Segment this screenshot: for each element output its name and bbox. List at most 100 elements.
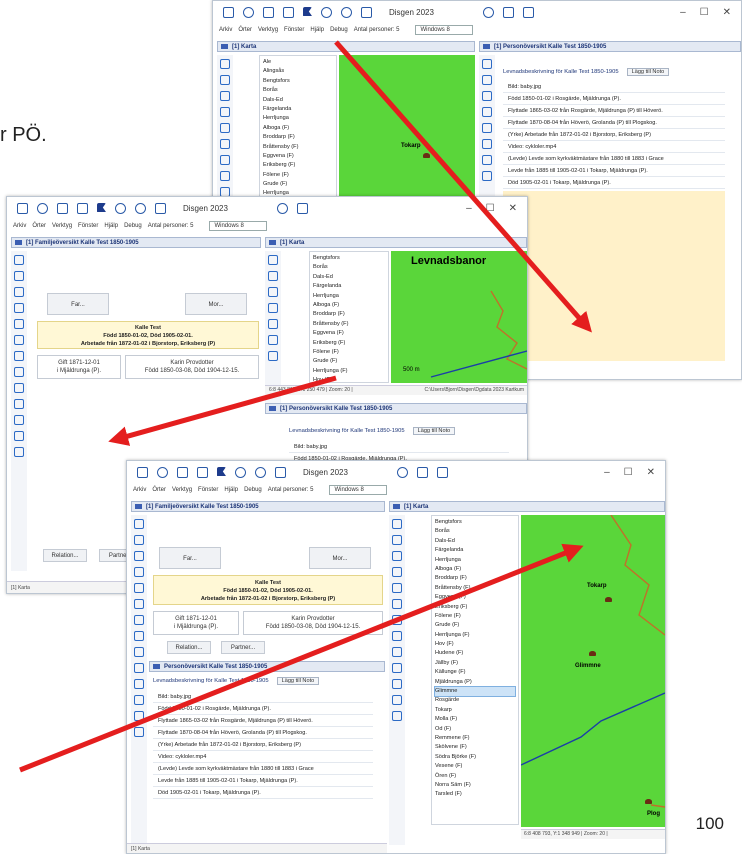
book-icon[interactable] [392,647,402,657]
filter-icon[interactable] [37,202,48,214]
lev-row[interactable]: Video: cykloler.mp4 [503,141,725,153]
add-note-dropdown[interactable]: Lägg till Noto [412,427,456,435]
tree-item[interactable]: Tarsled (F) [435,790,515,799]
settings-icon[interactable] [482,107,492,117]
menu-arkiv[interactable]: Arkiv [219,27,232,33]
home-icon[interactable] [137,466,148,478]
relation-button[interactable]: Relation... [167,641,211,654]
tree-item[interactable]: Borås [313,263,385,272]
map-icon[interactable] [502,6,514,18]
globe-icon[interactable] [482,123,492,133]
menu-arkiv[interactable]: Arkiv [13,223,26,229]
print-icon[interactable] [57,202,68,214]
map-view[interactable]: Levnadsbanor 500 m [391,251,527,383]
tree-item[interactable]: Od (F) [435,725,515,734]
tree-item[interactable]: Glimmne [434,685,516,698]
search-icon[interactable] [220,91,230,101]
globe-icon[interactable] [220,123,230,133]
flag-icon[interactable] [97,203,106,212]
globe-icon[interactable] [14,319,24,329]
menu-debug[interactable]: Debug [330,27,348,33]
bell-icon[interactable] [135,202,146,214]
maximize-button[interactable]: ☐ [624,467,633,478]
home-icon[interactable] [17,202,28,214]
play-icon[interactable] [392,615,402,625]
tree-item[interactable]: Bråttensby (F) [263,143,333,152]
search-icon[interactable] [482,91,492,101]
add-note-dropdown[interactable]: Lägg till Noto [626,68,670,76]
chart-icon[interactable] [436,466,448,478]
bell-icon[interactable] [341,6,352,18]
tree-item[interactable]: Skölvene (F) [435,743,515,752]
lev-row[interactable]: Död 1905-02-01 i Tokarp, Mjäldrunga (P). [503,177,725,189]
tree-item[interactable]: Färgelanda [313,282,385,291]
mother-button[interactable]: Mor... [185,293,247,315]
tree-item[interactable]: Borås [263,86,333,95]
lev-row[interactable]: Bild: baby.jpg [503,81,725,93]
lev-row[interactable]: Bild: baby.jpg [153,691,373,703]
maximize-button[interactable]: ☐ [486,203,495,214]
globe-icon[interactable] [134,711,144,721]
list-icon[interactable] [482,139,492,149]
tree-item[interactable]: Vesene (F) [435,762,515,771]
map-icon[interactable] [296,202,308,214]
lev-row[interactable]: Flyttade 1870-08-04 från Höverö, Groland… [153,727,373,739]
lev-row[interactable]: Bild: baby.jpg [289,441,509,453]
tree-item[interactable]: Herrljunga (F) [435,631,515,640]
maximize-button[interactable]: ☐ [700,7,709,18]
list-icon[interactable] [134,727,144,737]
relation-button[interactable]: Relation... [43,549,87,562]
menu-hjalp[interactable]: Hjälp [104,223,118,229]
place-marker[interactable] [605,597,612,602]
person-icon[interactable] [14,271,24,281]
person-icon[interactable] [134,535,144,545]
windows-combo[interactable]: Windows 8 [329,484,388,495]
tree-item[interactable]: Bråttensby (F) [313,320,385,329]
list-icon[interactable] [268,319,278,329]
tag-icon[interactable] [392,679,402,689]
lev-row[interactable]: (Yrke) Arbetade från 1872-01-02 i Bjorst… [503,129,725,141]
settings-icon[interactable] [14,335,24,345]
print-icon[interactable] [392,519,402,529]
person-icon[interactable] [268,271,278,281]
print-icon[interactable] [220,59,230,69]
lev-row[interactable]: Född 1850-01-02 i Rosgärde, Mjäldrunga (… [503,93,725,105]
tree-item[interactable]: Grude (F) [313,357,385,366]
search-icon[interactable] [14,287,24,297]
pin-icon[interactable] [392,695,402,705]
lev-row[interactable]: (Levde) Levde som kyrkväktmästare från 1… [503,153,725,165]
tree-item[interactable]: Molla (F) [435,715,515,724]
tree-item[interactable]: Färgelanda [263,105,333,114]
tree-item[interactable]: Alboga (F) [263,124,333,133]
book-icon[interactable] [275,466,286,478]
close-button[interactable]: ✕ [723,7,731,18]
list-icon[interactable] [220,139,230,149]
tree-item[interactable]: Norra Säm (F) [435,781,515,790]
tree-item[interactable]: Grude (F) [435,621,515,630]
menu-hjalp[interactable]: Hjälp [224,487,238,493]
tree-item[interactable]: Ale [263,58,333,67]
tree-item[interactable]: Eriksberg (F) [435,603,515,612]
settings-icon[interactable] [220,107,230,117]
menu-verktyg[interactable]: Verktyg [172,487,192,493]
tree-item[interactable]: Dals-Ed [313,273,385,282]
tree-item[interactable]: Fölene (F) [313,348,385,357]
mother-button[interactable]: Mor... [309,547,371,569]
play-icon[interactable] [482,155,492,165]
menu-fonster[interactable]: Fönster [198,487,218,493]
place-marker[interactable] [589,651,596,656]
list-icon[interactable] [14,351,24,361]
person-card[interactable]: Kalle Test Född 1850-01-02, Död 1905-02-… [153,575,383,605]
move-icon[interactable] [396,466,408,478]
windows-combo[interactable]: Windows 8 [415,24,474,35]
partner-button[interactable]: Partner... [221,641,265,654]
tree-item[interactable]: Ören (F) [435,772,515,781]
tree-item[interactable]: Bengtsfors [263,77,333,86]
person-icon[interactable] [321,6,332,18]
tree-item[interactable]: Bengtsfors [435,518,515,527]
flag-icon[interactable] [217,467,226,476]
windows-combo[interactable]: Windows 8 [209,220,268,231]
family-icon[interactable] [14,383,24,393]
play-icon[interactable] [220,155,230,165]
book-icon[interactable] [155,202,166,214]
